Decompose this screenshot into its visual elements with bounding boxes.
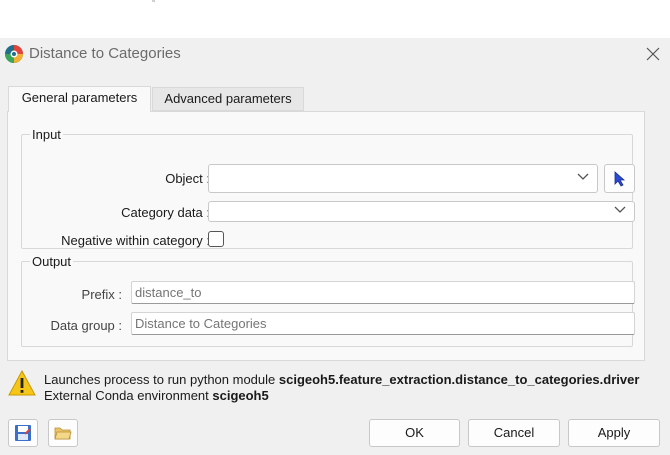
module-info-line: Launches process to run python module sc… [44, 372, 639, 387]
window-title: Distance to Categories [29, 45, 181, 62]
prefix-input[interactable] [131, 281, 635, 304]
title-bar: Distance to Categories [0, 38, 670, 70]
warning-icon [8, 370, 36, 396]
module-name: scigeoh5.feature_extraction.distance_to_… [278, 372, 640, 387]
negative-within-category-label: Negative within category : [61, 233, 210, 248]
save-icon [15, 425, 31, 441]
conda-env-line: External Conda environment scigeoh5 [44, 388, 269, 403]
tab-panel-general: Input Object : Category data : Negative … [7, 111, 645, 361]
object-select[interactable] [208, 164, 598, 193]
ok-button[interactable]: OK [369, 419, 460, 447]
close-icon [646, 47, 660, 61]
load-settings-button[interactable] [48, 419, 78, 447]
data-group-label: Data group : [50, 318, 122, 333]
close-button[interactable] [640, 42, 666, 66]
dialog-window: Distance to Categories General parameter… [0, 38, 670, 455]
category-data-select[interactable] [208, 201, 635, 222]
prefix-label: Prefix : [81, 287, 122, 302]
chevron-down-icon [614, 206, 626, 213]
conda-env-prefix: External Conda environment [44, 388, 213, 403]
pick-object-button[interactable] [604, 164, 635, 193]
output-group-title: Output [30, 254, 74, 269]
save-settings-button[interactable] [8, 419, 38, 447]
background-strip [0, 0, 670, 38]
output-group: Output Prefix : Data group : [21, 254, 635, 347]
chevron-down-icon [577, 173, 589, 180]
object-label: Object : [165, 171, 210, 186]
apply-button[interactable]: Apply [568, 419, 660, 447]
app-logo-icon [5, 45, 23, 63]
background-mark [152, 0, 155, 2]
negative-within-category-checkbox[interactable] [208, 231, 224, 247]
pointer-cursor-icon [614, 170, 625, 187]
tab-advanced-parameters[interactable]: Advanced parameters [152, 87, 304, 111]
cancel-button[interactable]: Cancel [468, 419, 560, 447]
category-data-label: Category data : [121, 205, 210, 220]
input-group: Input Object : Category data : Negative … [21, 127, 635, 249]
input-group-title: Input [30, 127, 63, 142]
open-folder-icon [54, 427, 72, 440]
module-info-prefix: Launches process to run python module [44, 372, 279, 387]
tab-general-parameters[interactable]: General parameters [8, 86, 151, 112]
conda-env-name: scigeoh5 [212, 388, 269, 403]
data-group-input[interactable] [131, 312, 635, 335]
